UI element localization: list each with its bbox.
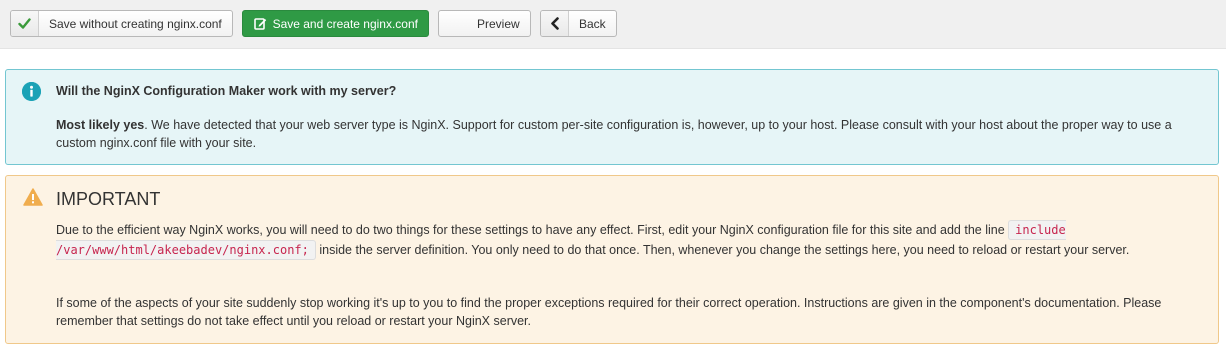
preview-label: Preview [477, 16, 520, 31]
chevron-left-icon [541, 11, 569, 36]
warning-alert-paragraph-2: If some of the aspects of your site sudd… [56, 296, 1162, 328]
save-and-create-button[interactable]: Save and create nginx.conf [242, 10, 429, 37]
toolbar: Save without creating nginx.conf Save an… [0, 0, 1226, 49]
warning-alert: IMPORTANT Due to the efficient way NginX… [5, 175, 1219, 344]
edit-icon [243, 11, 267, 36]
info-alert: Will the NginX Configuration Maker work … [5, 69, 1219, 165]
warning-icon [23, 188, 43, 211]
info-icon [22, 82, 41, 101]
back-button[interactable]: Back [540, 10, 617, 37]
warning-p1-text-after: inside the server definition. You only n… [315, 243, 1130, 257]
preview-button[interactable]: Preview [438, 10, 531, 37]
warning-p1-text-before: Due to the efficient way NginX works, yo… [56, 223, 1009, 237]
back-label: Back [579, 16, 606, 31]
info-alert-lead: Most likely yes [56, 118, 145, 132]
info-alert-title: Will the NginX Configuration Maker work … [56, 84, 397, 98]
warning-alert-paragraph-1: Due to the efficient way NginX works, yo… [56, 220, 1206, 260]
info-alert-text: . We have detected that your web server … [56, 118, 1172, 150]
save-and-create-label: Save and create nginx.conf [272, 16, 418, 31]
warning-alert-title: IMPORTANT [56, 189, 161, 209]
save-without-creating-button[interactable]: Save without creating nginx.conf [10, 10, 233, 37]
save-without-creating-label: Save without creating nginx.conf [49, 16, 222, 31]
info-alert-body: Most likely yes. We have detected that y… [56, 116, 1206, 152]
check-icon [11, 11, 39, 36]
